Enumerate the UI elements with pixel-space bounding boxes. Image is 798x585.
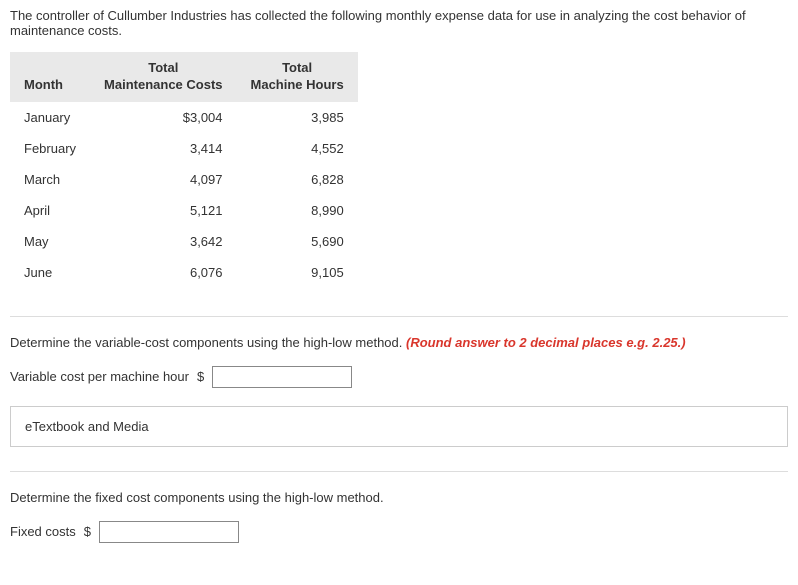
variable-cost-row: Variable cost per machine hour $ bbox=[10, 366, 788, 388]
cell-hours: 5,690 bbox=[237, 226, 358, 257]
cell-hours: 4,552 bbox=[237, 133, 358, 164]
fixed-cost-input[interactable] bbox=[99, 521, 239, 543]
question1-hint: (Round answer to 2 decimal places e.g. 2… bbox=[406, 335, 686, 350]
table-row: April 5,121 8,990 bbox=[10, 195, 358, 226]
table-row: May 3,642 5,690 bbox=[10, 226, 358, 257]
table-row: June 6,076 9,105 bbox=[10, 257, 358, 288]
cell-cost: 6,076 bbox=[90, 257, 236, 288]
col-header-hours: Total Machine Hours bbox=[237, 52, 358, 102]
fixed-cost-row: Fixed costs $ bbox=[10, 521, 788, 543]
fixed-cost-label: Fixed costs bbox=[10, 524, 76, 539]
etextbook-bar[interactable]: eTextbook and Media bbox=[10, 406, 788, 447]
variable-cost-input[interactable] bbox=[212, 366, 352, 388]
col-header-cost: Total Maintenance Costs bbox=[90, 52, 236, 102]
cell-hours: 6,828 bbox=[237, 164, 358, 195]
question2-prompt: Determine the fixed cost components usin… bbox=[10, 490, 788, 505]
expense-table: Month Total Maintenance Costs Total Mach… bbox=[10, 52, 358, 288]
cell-hours: 3,985 bbox=[237, 102, 358, 133]
divider bbox=[10, 471, 788, 472]
cell-cost: 3,642 bbox=[90, 226, 236, 257]
question1-prompt: Determine the variable-cost components u… bbox=[10, 335, 788, 350]
cell-cost: 3,414 bbox=[90, 133, 236, 164]
etextbook-link[interactable]: eTextbook and Media bbox=[25, 419, 149, 434]
table-row: March 4,097 6,828 bbox=[10, 164, 358, 195]
col-header-month: Month bbox=[10, 52, 90, 102]
divider bbox=[10, 316, 788, 317]
cell-month: May bbox=[10, 226, 90, 257]
cell-cost: $3,004 bbox=[90, 102, 236, 133]
cell-month: March bbox=[10, 164, 90, 195]
cell-cost: 5,121 bbox=[90, 195, 236, 226]
cell-hours: 9,105 bbox=[237, 257, 358, 288]
currency-symbol: $ bbox=[84, 524, 91, 539]
cell-month: April bbox=[10, 195, 90, 226]
table-row: February 3,414 4,552 bbox=[10, 133, 358, 164]
variable-cost-label: Variable cost per machine hour bbox=[10, 369, 189, 384]
intro-text: The controller of Cullumber Industries h… bbox=[10, 8, 788, 38]
currency-symbol: $ bbox=[197, 369, 204, 384]
cell-month: February bbox=[10, 133, 90, 164]
cell-month: January bbox=[10, 102, 90, 133]
cell-hours: 8,990 bbox=[237, 195, 358, 226]
cell-month: June bbox=[10, 257, 90, 288]
table-row: January $3,004 3,985 bbox=[10, 102, 358, 133]
question1-text: Determine the variable-cost components u… bbox=[10, 335, 406, 350]
cell-cost: 4,097 bbox=[90, 164, 236, 195]
